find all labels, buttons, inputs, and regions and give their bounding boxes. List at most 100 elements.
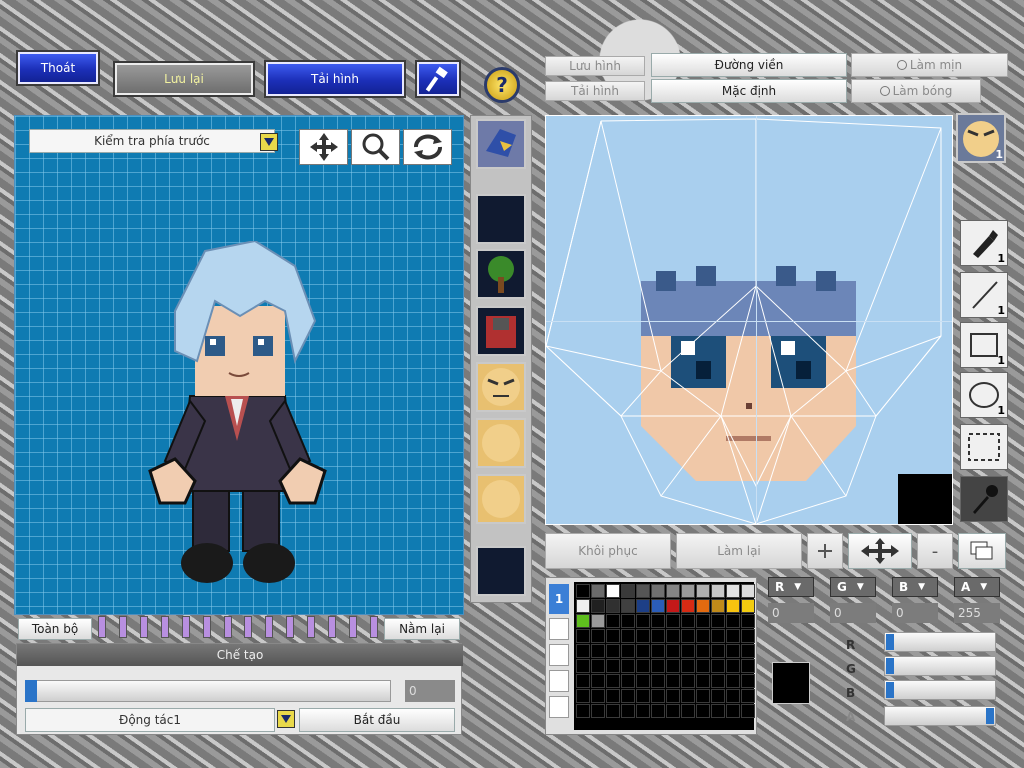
palette-swatch[interactable] <box>726 659 740 673</box>
palette-swatch[interactable] <box>636 644 650 658</box>
slot-empty-2[interactable] <box>476 546 526 596</box>
palette-swatch[interactable] <box>591 584 605 598</box>
palette-swatch[interactable] <box>591 659 605 673</box>
palette-swatch[interactable] <box>696 674 710 688</box>
select-tool-button[interactable] <box>960 424 1008 470</box>
shine-toggle[interactable]: Làm bóng <box>851 79 981 103</box>
slot-empty-1[interactable] <box>476 194 526 244</box>
palette-swatch[interactable] <box>576 629 590 643</box>
palette-swatch[interactable] <box>591 599 605 613</box>
palette-swatch[interactable] <box>681 629 695 643</box>
palette-swatch[interactable] <box>651 614 665 628</box>
load-image-button[interactable]: Tải hình <box>545 81 645 101</box>
palette-swatch[interactable] <box>606 584 620 598</box>
palette-swatch[interactable] <box>636 704 650 718</box>
palette-swatch[interactable] <box>726 704 740 718</box>
palette-tab-4[interactable] <box>549 670 569 692</box>
palette-swatch[interactable] <box>576 599 590 613</box>
palette-swatch[interactable] <box>711 614 725 628</box>
palette-swatch[interactable] <box>741 584 755 598</box>
palette-swatch[interactable] <box>576 704 590 718</box>
palette-swatch[interactable] <box>696 659 710 673</box>
frame-value[interactable]: 0 <box>405 680 455 702</box>
palette-swatch[interactable] <box>636 599 650 613</box>
b-channel-label[interactable]: B ▼ <box>892 577 938 597</box>
b-value-field[interactable]: 0 <box>892 603 938 623</box>
palette-swatch[interactable] <box>606 614 620 628</box>
palette-swatch[interactable] <box>591 689 605 703</box>
palette-swatch[interactable] <box>726 689 740 703</box>
move-tool-button[interactable] <box>299 129 348 165</box>
palette-swatch[interactable] <box>606 689 620 703</box>
start-button[interactable]: Bắt đầu <box>299 708 455 732</box>
palette-swatch[interactable] <box>741 689 755 703</box>
b-slider[interactable] <box>884 680 996 700</box>
palette-swatch[interactable] <box>666 599 680 613</box>
a-value-field[interactable]: 255 <box>954 603 1000 623</box>
slot-face-2[interactable] <box>476 418 526 468</box>
palette-swatch[interactable] <box>636 584 650 598</box>
palette-swatch[interactable] <box>591 629 605 643</box>
palette-swatch[interactable] <box>711 629 725 643</box>
motion-select-dropdown[interactable] <box>277 710 295 728</box>
palette-swatch[interactable] <box>666 659 680 673</box>
palette-swatch[interactable] <box>696 584 710 598</box>
palette-swatch[interactable] <box>741 674 755 688</box>
palette-swatch[interactable] <box>726 584 740 598</box>
palette-swatch[interactable] <box>651 599 665 613</box>
g-slider[interactable] <box>884 656 996 676</box>
redo-button[interactable]: Làm lại <box>676 533 802 569</box>
palette-swatch[interactable] <box>651 644 665 658</box>
hammer-button[interactable] <box>415 60 461 98</box>
palette-swatch[interactable] <box>606 704 620 718</box>
palette-swatch[interactable] <box>621 674 635 688</box>
face-preview-slot[interactable]: 1 <box>956 113 1006 163</box>
view-select-dropdown[interactable] <box>260 133 278 151</box>
palette-swatch[interactable] <box>621 584 635 598</box>
palette-swatch[interactable] <box>621 629 635 643</box>
save-button[interactable]: Lưu lại <box>113 61 255 97</box>
slot-face-3[interactable] <box>476 474 526 524</box>
palette-swatch[interactable] <box>726 614 740 628</box>
slot-face-1[interactable] <box>476 362 526 412</box>
palette-swatch[interactable] <box>651 689 665 703</box>
palette-swatch[interactable] <box>666 629 680 643</box>
motion-select[interactable]: Động tác1 <box>25 708 275 732</box>
r-slider-thumb[interactable] <box>886 634 894 650</box>
help-button[interactable]: ? <box>484 67 520 103</box>
palette-swatch[interactable] <box>621 614 635 628</box>
palette-swatch[interactable] <box>726 599 740 613</box>
zoom-tool-button[interactable] <box>351 129 400 165</box>
slot-bird[interactable] <box>476 119 526 169</box>
lie-down-button[interactable]: Nằm lại <box>384 618 460 640</box>
a-channel-label[interactable]: A ▼ <box>954 577 1000 597</box>
character-preview[interactable]: Kiểm tra phía trước <box>14 115 464 615</box>
palette-swatch[interactable] <box>741 629 755 643</box>
g-channel-label[interactable]: G ▼ <box>830 577 876 597</box>
g-slider-thumb[interactable] <box>886 658 894 674</box>
palette-swatch[interactable] <box>651 674 665 688</box>
palette-swatch[interactable] <box>666 704 680 718</box>
slot-armor[interactable] <box>476 306 526 356</box>
palette-tab-1[interactable]: 1 <box>549 584 569 614</box>
palette-swatch[interactable] <box>666 674 680 688</box>
all-button[interactable]: Toàn bộ <box>18 618 92 640</box>
palette-swatch[interactable] <box>711 599 725 613</box>
palette-swatch[interactable] <box>591 704 605 718</box>
reload-image-button[interactable]: Tải hình <box>264 60 406 98</box>
r-value-field[interactable]: 0 <box>768 603 814 623</box>
exit-button[interactable]: Thoát <box>16 50 100 86</box>
palette-swatch[interactable] <box>696 704 710 718</box>
move-canvas-button[interactable] <box>848 533 912 569</box>
palette-swatch[interactable] <box>696 629 710 643</box>
palette-swatch[interactable] <box>636 629 650 643</box>
save-image-button[interactable]: Lưu hình <box>545 56 645 76</box>
palette-swatch[interactable] <box>726 674 740 688</box>
slot-tree[interactable] <box>476 249 526 299</box>
palette-swatch[interactable] <box>651 629 665 643</box>
palette-swatch[interactable] <box>681 689 695 703</box>
palette-swatch[interactable] <box>681 644 695 658</box>
timeline[interactable] <box>98 616 378 638</box>
palette-swatch[interactable] <box>681 614 695 628</box>
palette-swatch[interactable] <box>576 659 590 673</box>
